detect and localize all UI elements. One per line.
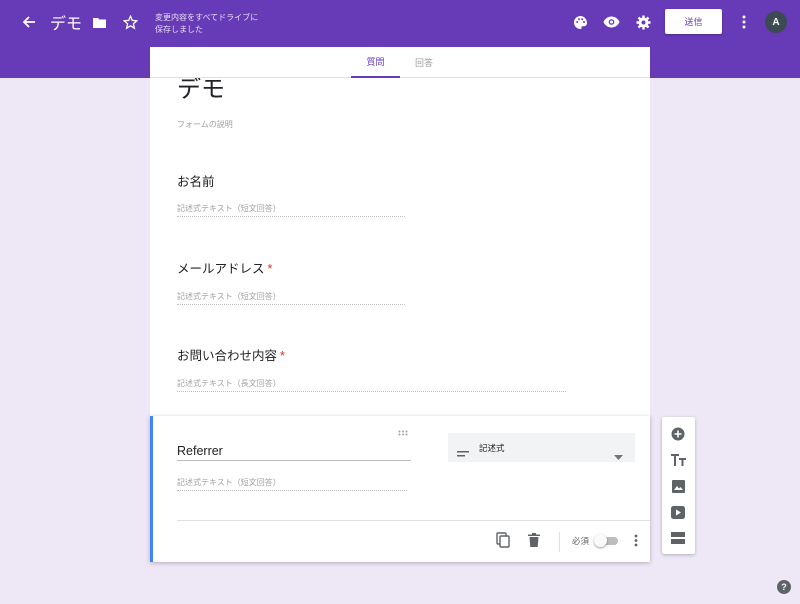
- question-title-text: お名前: [177, 175, 215, 189]
- section-icon[interactable]: [670, 530, 686, 546]
- more-vert-icon[interactable]: [733, 11, 755, 33]
- folder-icon[interactable]: [88, 11, 110, 33]
- form-tabs: 質問 回答: [150, 47, 650, 78]
- chevron-down-icon: [614, 445, 623, 464]
- question-type-label: 記述式: [479, 442, 505, 453]
- add-question-icon[interactable]: [670, 426, 686, 442]
- required-mark: *: [267, 262, 273, 276]
- star-icon[interactable]: [119, 11, 141, 33]
- form-card: 質問 回答 デモ フォームの説明 お名前 記述式テキスト（短文回答） メールアド…: [150, 47, 650, 417]
- footer-vertical-divider: [559, 532, 560, 552]
- short-text-icon: [457, 443, 469, 462]
- arrow-back-icon[interactable]: [18, 11, 40, 33]
- more-vert-icon[interactable]: [627, 531, 645, 549]
- video-icon[interactable]: [670, 504, 686, 520]
- tab-responses[interactable]: 回答: [406, 47, 442, 78]
- avatar[interactable]: A: [765, 11, 787, 33]
- required-toggle[interactable]: [594, 534, 620, 547]
- palette-icon[interactable]: [569, 11, 591, 33]
- duplicate-icon[interactable]: [494, 531, 512, 549]
- footer-divider: [177, 520, 650, 521]
- side-toolbar: [662, 417, 695, 554]
- toggle-thumb: [594, 534, 607, 547]
- save-status: 変更内容をすべてドライブに保存しました: [155, 13, 259, 34]
- form-description[interactable]: フォームの説明: [177, 119, 233, 130]
- short-answer-placeholder: 記述式テキスト（短文回答）: [177, 291, 405, 305]
- active-question-card[interactable]: Referrer 記述式 記述式テキスト（短文回答） 必須: [150, 416, 650, 562]
- drag-handle-icon[interactable]: [398, 421, 408, 436]
- required-label: 必須: [572, 536, 590, 546]
- image-icon[interactable]: [670, 478, 686, 494]
- send-button[interactable]: 送信: [665, 9, 722, 34]
- question-title[interactable]: メールアドレス *: [177, 258, 272, 277]
- form-name[interactable]: デモ: [50, 10, 82, 34]
- gear-icon[interactable]: [632, 11, 654, 33]
- help-icon[interactable]: ?: [777, 580, 791, 594]
- required-mark: *: [280, 349, 285, 363]
- eye-icon[interactable]: [600, 11, 622, 33]
- question-title[interactable]: お名前: [177, 171, 215, 190]
- short-answer-placeholder: 記述式テキスト（短文回答）: [177, 203, 405, 217]
- question-title[interactable]: お問い合わせ内容 *: [177, 345, 285, 364]
- tab-questions[interactable]: 質問: [351, 47, 400, 78]
- question-title-text: お問い合わせ内容: [177, 349, 278, 363]
- short-answer-placeholder: 記述式テキスト（短文回答）: [177, 477, 407, 491]
- title-icon[interactable]: [670, 452, 686, 468]
- question-title-input[interactable]: Referrer: [177, 444, 411, 461]
- trash-icon[interactable]: [525, 531, 543, 549]
- question-title-text: メールアドレス: [177, 262, 265, 276]
- long-answer-placeholder: 記述式テキスト（長文回答）: [177, 378, 566, 392]
- question-type-select[interactable]: 記述式: [448, 433, 635, 462]
